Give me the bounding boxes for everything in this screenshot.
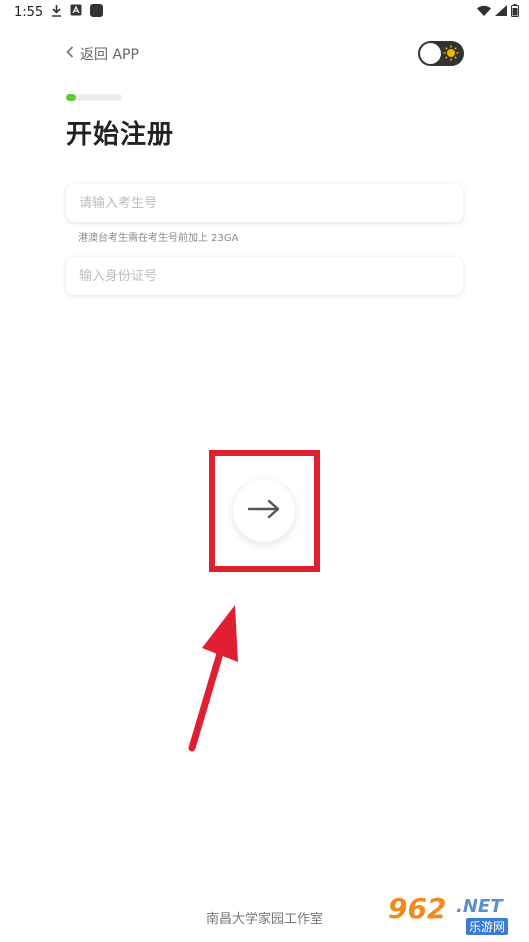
- exam-id-field[interactable]: [66, 184, 463, 222]
- next-button[interactable]: [233, 480, 295, 542]
- back-to-app-button[interactable]: 返回 APP: [66, 44, 139, 64]
- status-left: 1:55: [14, 3, 104, 21]
- exam-id-hint: 港澳台考生需在考生号前加上 23GA: [78, 233, 239, 244]
- annotation-arrow: [180, 600, 250, 764]
- app-notification-icon: [70, 4, 82, 20]
- download-icon: [51, 4, 62, 21]
- exam-id-input[interactable]: [66, 184, 463, 222]
- theme-toggle[interactable]: [418, 41, 464, 66]
- arrow-right-icon: [247, 499, 281, 523]
- progress-fill: [66, 94, 77, 101]
- toggle-knob: [420, 43, 441, 64]
- watermark-net: .NET: [456, 896, 503, 917]
- id-card-input[interactable]: [66, 257, 463, 295]
- sun-icon: [443, 45, 459, 65]
- back-label: 返回 APP: [80, 47, 139, 63]
- id-card-field[interactable]: [66, 257, 463, 295]
- watermark-site: 乐游网: [466, 918, 509, 935]
- wifi-icon: [477, 5, 491, 20]
- chevron-left-icon: [66, 46, 74, 62]
- watermark-logo: 962 .NET 乐游网: [388, 890, 526, 938]
- watermark-number: 962: [388, 892, 447, 925]
- status-bar: 1:55: [0, 0, 529, 24]
- page-title: 开始注册: [66, 120, 175, 150]
- status-time: 1:55: [14, 4, 44, 20]
- registration-progress: [66, 94, 122, 101]
- battery-icon: [511, 3, 519, 21]
- status-right: [477, 3, 519, 21]
- signal-icon: [495, 4, 507, 20]
- square-notification-icon: [90, 3, 104, 21]
